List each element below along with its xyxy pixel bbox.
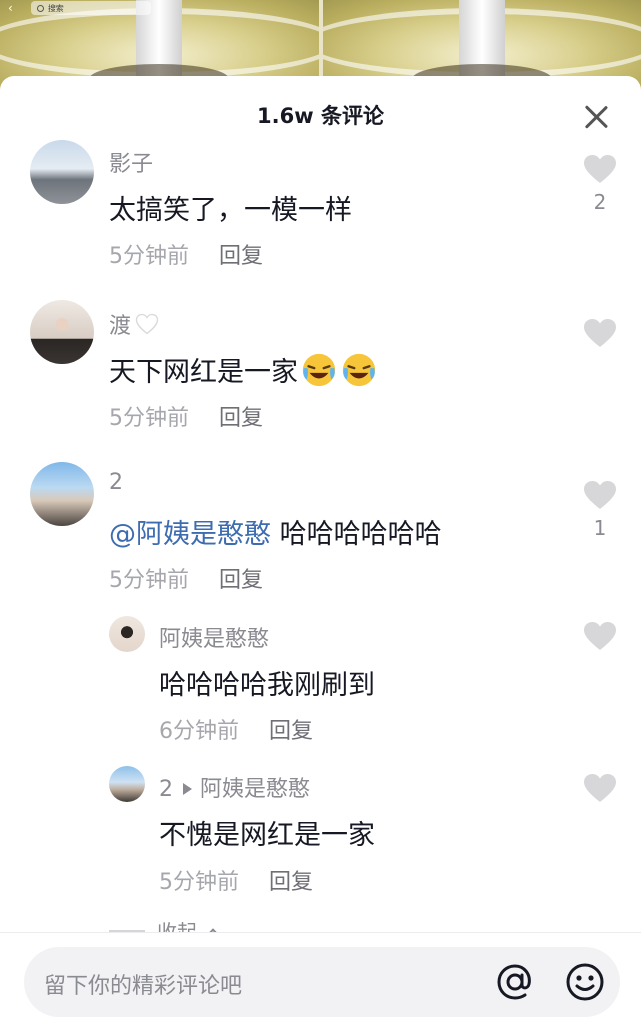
reply-author-name[interactable]: 2 (159, 777, 173, 802)
reply-author[interactable]: 阿姨是憨憨 (159, 621, 269, 653)
white-heart-emoji (135, 313, 159, 335)
comment-text-content: 天下网红是一家 (109, 357, 298, 388)
heart-icon (584, 155, 616, 183)
reply-meta: 6分钟前 回复 (159, 713, 313, 745)
comment-meta: 5分钟前 回复 (109, 238, 263, 270)
avatar[interactable] (30, 140, 94, 204)
comment-input[interactable]: 留下你的精彩评论吧 (24, 947, 620, 1017)
comment-author-name: 渡 (109, 314, 132, 339)
like-button[interactable]: 2 (583, 154, 617, 214)
reply-author: 2 阿姨是憨憨 (159, 771, 310, 803)
avatar[interactable] (109, 616, 145, 652)
like-button[interactable]: 1 (583, 480, 617, 540)
comment-time: 5分钟前 (109, 568, 189, 593)
comment-text: 太搞笑了，一模一样 (109, 195, 352, 226)
reply-meta: 5分钟前 回复 (159, 864, 313, 896)
heart-icon (584, 481, 616, 509)
avatar[interactable] (30, 462, 94, 526)
reply-button[interactable]: 回复 (269, 713, 313, 745)
comment-count-title: 1.6w 条评论 (257, 104, 384, 128)
reply-button[interactable]: 回复 (219, 400, 263, 432)
reply-button[interactable]: 回复 (219, 238, 263, 270)
comment-time: 5分钟前 (109, 406, 189, 431)
reply-to-name[interactable]: 阿姨是憨憨 (200, 777, 310, 802)
close-icon[interactable] (583, 104, 609, 130)
comment-input-placeholder: 留下你的精彩评论吧 (44, 974, 243, 999)
avatar[interactable] (109, 766, 145, 802)
reply-text: 哈哈哈哈我刚刷到 (159, 670, 375, 701)
heart-icon (584, 622, 616, 650)
reply-arrow-icon (183, 783, 192, 795)
comment-meta: 5分钟前 回复 (109, 400, 263, 432)
mention-link[interactable]: @阿姨是憨憨 (109, 519, 271, 550)
comment-input-bar: 留下你的精彩评论吧 (0, 932, 641, 1033)
heart-icon (584, 774, 616, 802)
emoji-icon[interactable] (564, 961, 606, 1003)
comment-sheet-header: 1.6w 条评论 (0, 76, 641, 154)
search-icon (36, 4, 44, 12)
like-button[interactable] (583, 773, 617, 803)
comment-meta: 5分钟前 回复 (109, 562, 263, 594)
avatar[interactable] (30, 300, 94, 364)
reply-button[interactable]: 回复 (219, 562, 263, 594)
comment-text: 天下网红是一家 (109, 350, 378, 389)
at-icon[interactable] (494, 961, 536, 1003)
like-count: 1 (593, 516, 607, 540)
comment-author[interactable]: 2 (109, 470, 123, 495)
reply-time: 6分钟前 (159, 719, 239, 744)
comment-author[interactable]: 影子 (109, 146, 153, 178)
comment-time: 5分钟前 (109, 244, 189, 269)
laughing-face-emoji (302, 353, 336, 387)
reply-text: 不愧是网红是一家 (159, 820, 375, 851)
comment-text: @阿姨是憨憨 哈哈哈哈哈哈 (109, 512, 442, 551)
comment-text-content: 哈哈哈哈哈哈 (279, 519, 442, 550)
comment-author[interactable]: 渡 (109, 308, 159, 340)
search-bar[interactable]: 搜索 (30, 1, 151, 15)
like-button[interactable] (583, 318, 617, 348)
back-icon[interactable]: ‹ (8, 1, 13, 15)
laughing-face-emoji (342, 353, 376, 387)
like-count: 2 (593, 190, 607, 214)
comment-sheet: 1.6w 条评论 影子 太搞笑了，一模一样 5分钟前 回复 2 渡 天下网红是一… (0, 76, 641, 1033)
reply-button[interactable]: 回复 (269, 864, 313, 896)
heart-icon (584, 319, 616, 347)
reply-time: 5分钟前 (159, 870, 239, 895)
like-button[interactable] (583, 621, 617, 651)
search-placeholder: 搜索 (47, 3, 64, 13)
video-top-bar: ‹ 搜索 (8, 0, 151, 16)
